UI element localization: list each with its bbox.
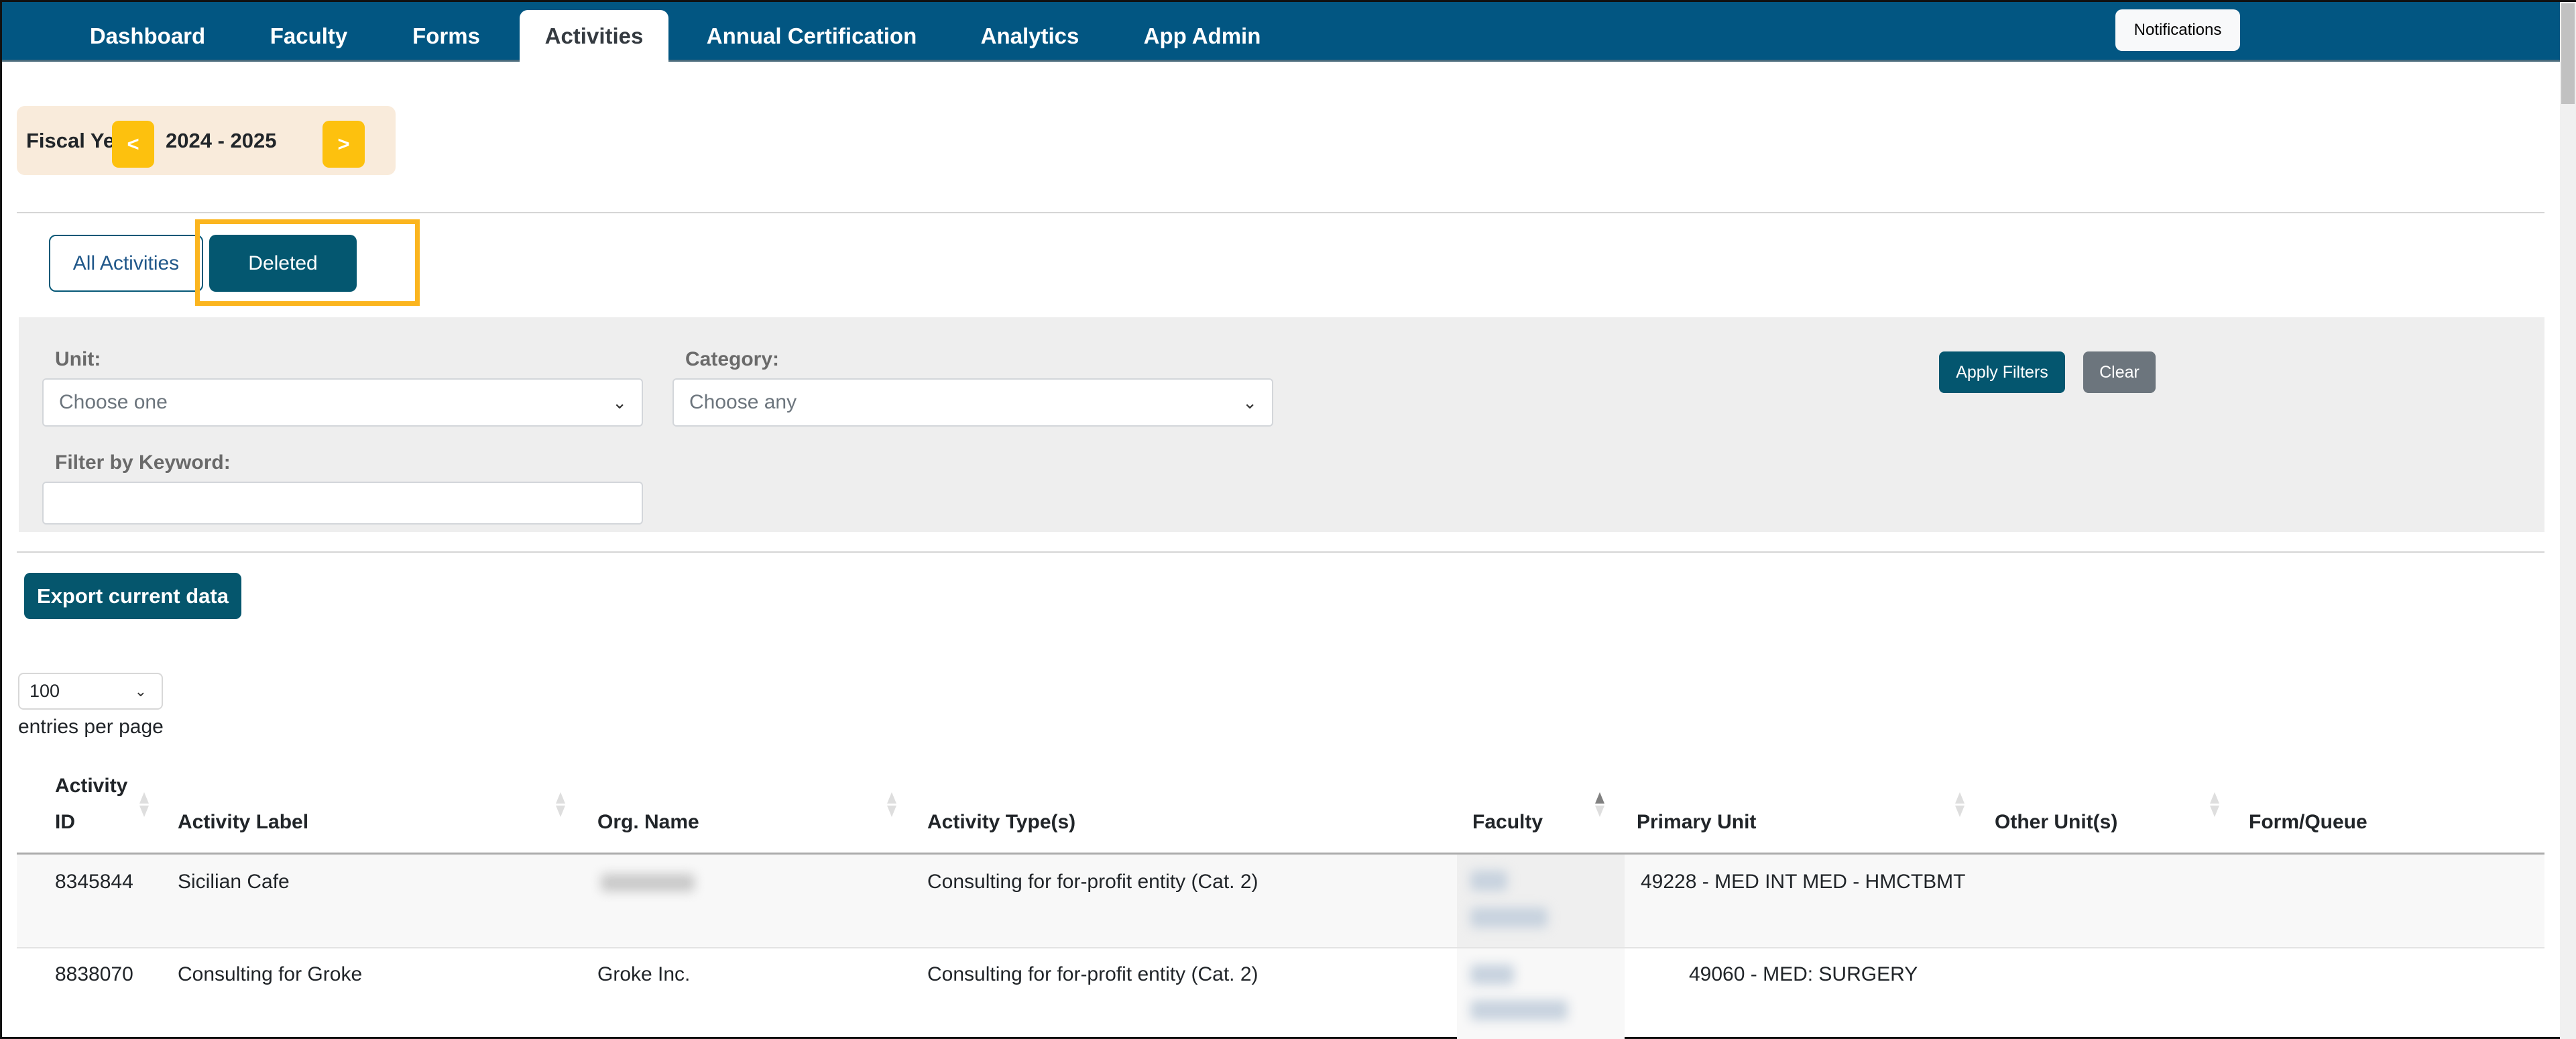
page-scrollbar[interactable]: [2560, 2, 2576, 1039]
keyword-label: Filter by Keyword:: [55, 451, 231, 474]
sort-icon[interactable]: [139, 792, 149, 818]
divider: [17, 551, 2544, 553]
column-header-activity-types[interactable]: Activity Type(s): [927, 804, 1075, 840]
cell-faculty-redacted[interactable]: [1470, 965, 1514, 985]
fiscal-year-prev-button[interactable]: <: [112, 121, 154, 168]
divider: [17, 212, 2544, 213]
header-line-1: Activity: [55, 775, 128, 797]
keyword-input[interactable]: [42, 482, 643, 525]
cell-faculty-redacted[interactable]: [1470, 908, 1547, 928]
top-navbar: Dashboard Faculty Forms Activities Annua…: [2, 2, 2560, 62]
chevron-down-icon: ⌄: [612, 392, 627, 413]
notifications-button[interactable]: Notifications: [2115, 9, 2240, 51]
column-header-form-queue[interactable]: Form/Queue: [2249, 804, 2367, 840]
table-row[interactable]: [17, 948, 2544, 1039]
column-header-org-name[interactable]: Org. Name: [597, 804, 699, 840]
fiscal-year-selector: Fiscal Year: < 2024 - 2025 >: [17, 106, 396, 175]
fiscal-year-next-button[interactable]: >: [323, 121, 365, 168]
nav-tab-annual-certification[interactable]: Annual Certification: [696, 10, 927, 62]
cell-activity-label[interactable]: Consulting for Groke: [178, 963, 362, 986]
sort-icon[interactable]: [1955, 792, 1965, 818]
deleted-activities-button[interactable]: Deleted Activities: [209, 235, 357, 331]
column-header-activity-label[interactable]: Activity Label: [178, 804, 308, 840]
category-select-value: Choose any: [689, 391, 797, 413]
column-header-faculty[interactable]: Faculty: [1472, 804, 1543, 840]
cell-primary-unit: 49060 - MED: SURGERY: [1689, 963, 1918, 985]
column-header-primary-unit[interactable]: Primary Unit: [1637, 804, 1756, 840]
unit-select-value: Choose one: [59, 391, 168, 413]
category-select[interactable]: Choose any ⌄: [672, 378, 1273, 427]
sorted-column-highlight: [1457, 948, 1625, 1039]
cell-activity-type: Consulting for for-profit entity (Cat. 2…: [927, 963, 1258, 985]
export-data-button[interactable]: Export current data: [24, 573, 241, 619]
column-header-other-units[interactable]: Other Unit(s): [1995, 804, 2117, 840]
nav-tab-activities[interactable]: Activities: [520, 10, 668, 62]
cell-activity-id: 8838070: [55, 963, 133, 985]
sort-icon[interactable]: [887, 792, 896, 818]
chevron-down-icon: ⌄: [1242, 392, 1257, 413]
clear-filters-button[interactable]: Clear: [2083, 351, 2156, 393]
cell-primary-unit: 49228 - MED INT MED - HMCTBMT: [1641, 871, 1966, 893]
sort-icon[interactable]: [2210, 792, 2219, 818]
cell-activity-id: 8345844: [55, 871, 133, 893]
unit-label: Unit:: [55, 348, 101, 370]
nav-tab-app-admin[interactable]: App Admin: [1135, 10, 1269, 62]
chevron-down-icon: ⌄: [134, 683, 147, 700]
cell-faculty-redacted[interactable]: [1470, 871, 1507, 891]
all-activities-button[interactable]: All Activities: [49, 235, 203, 292]
cell-activity-label[interactable]: Sicilian Cafe: [178, 871, 290, 893]
entries-per-page-label: entries per page: [18, 716, 164, 738]
fiscal-year-value: 2024 - 2025: [166, 129, 277, 152]
nav-tab-dashboard[interactable]: Dashboard: [77, 10, 218, 62]
apply-filters-button[interactable]: Apply Filters: [1939, 351, 2065, 393]
entries-per-page-select[interactable]: 100 ⌄: [18, 673, 163, 710]
sort-icon[interactable]: [556, 792, 565, 818]
nav-tab-analytics[interactable]: Analytics: [968, 10, 1092, 62]
header-line-2: ID: [55, 811, 75, 833]
nav-tab-forms[interactable]: Forms: [398, 10, 495, 62]
cell-activity-type: Consulting for for-profit entity (Cat. 2…: [927, 871, 1258, 893]
sorted-column-highlight: [1457, 855, 1625, 947]
cell-faculty-redacted[interactable]: [1470, 1000, 1568, 1020]
category-label: Category:: [685, 348, 780, 370]
cell-org-name-redacted: [601, 874, 695, 891]
entries-per-page-value: 100: [30, 681, 60, 701]
column-header-activity-id[interactable]: Activity ID: [55, 768, 127, 840]
unit-select[interactable]: Choose one ⌄: [42, 378, 643, 427]
cell-org-name: Groke Inc.: [597, 963, 691, 985]
scrollbar-thumb[interactable]: [2561, 3, 2575, 104]
sort-ascending-icon[interactable]: [1595, 792, 1604, 818]
nav-tab-faculty[interactable]: Faculty: [257, 10, 361, 62]
table-row[interactable]: [17, 855, 2544, 947]
